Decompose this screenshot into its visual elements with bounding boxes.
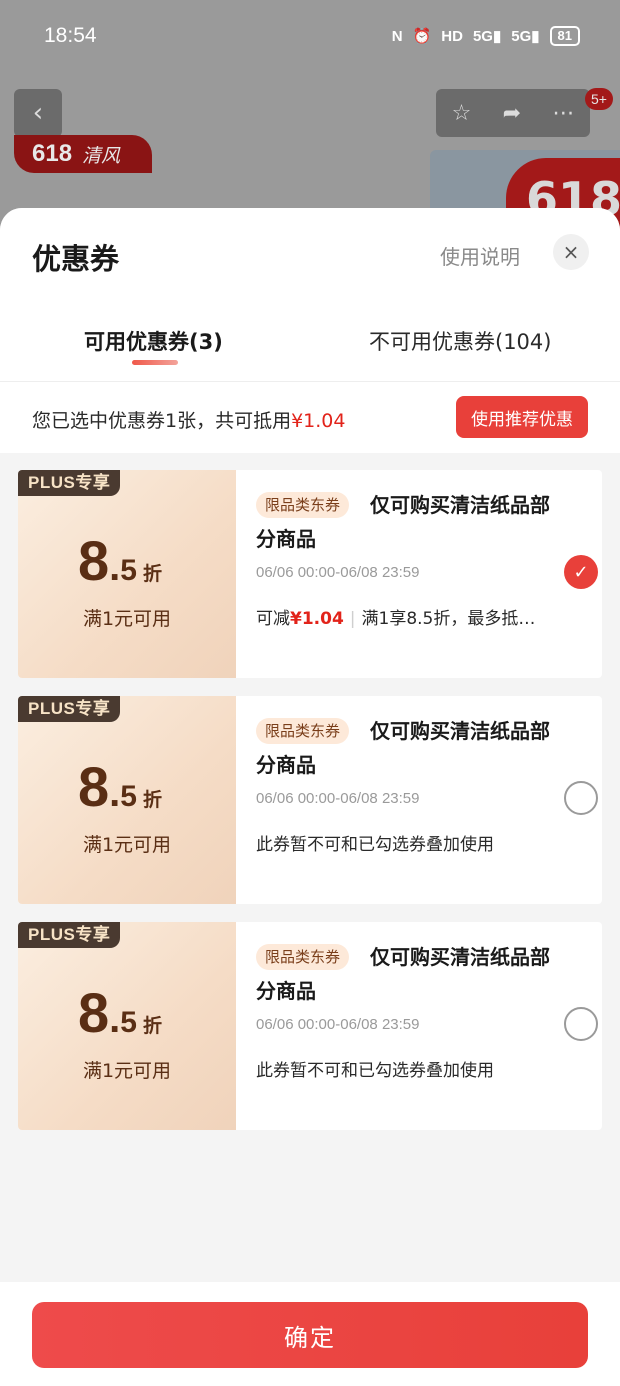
coupon-description: 此券暂不可和已勾选券叠加使用 (256, 1061, 494, 1081)
share-icon[interactable]: ➦ (503, 101, 521, 126)
tab-available-coupons[interactable]: 可用优惠券(3) (84, 326, 223, 356)
coupon-info: 仅可购买清洁纸品部分商品 限品类东券 06/06 00:00-06/08 23:… (236, 922, 602, 1130)
coupon-value-panel: PLUS专享 8.5 折 满1元可用 (18, 922, 236, 1130)
min-spend-label: 满1元可用 (82, 1060, 172, 1082)
coupon-value-panel: PLUS专享 8.5 折 满1元可用 (18, 696, 236, 904)
coupon-type-tag: 限品类东券 (256, 718, 350, 744)
nav-actions: ☆ ➦ ⋯ (436, 89, 590, 137)
status-bar: 18:54 N ⏰ HD 5G▮ 5G▮ 81 (0, 0, 620, 74)
back-button[interactable]: ‹ (14, 89, 62, 137)
more-icon[interactable]: ⋯ (552, 101, 574, 126)
status-icons: N ⏰ HD 5G▮ 5G▮ 81 (392, 26, 580, 46)
discount-value: 8.5 折 (78, 755, 162, 818)
sheet-header: 优惠券 使用说明 × 可用优惠券(3) 不可用优惠券(104) 您已选中优惠券1… (0, 208, 620, 453)
brand-logo: 清风 (82, 144, 121, 167)
tab-unavailable-coupons[interactable]: 不可用优惠券(104) (369, 326, 551, 356)
close-icon: × (562, 240, 580, 264)
coupon-type-tag: 限品类东券 (256, 492, 350, 518)
sheet-title: 优惠券 (32, 242, 120, 276)
coupon-checkbox[interactable] (564, 1007, 598, 1041)
selection-summary: 您已选中优惠券1张，共可抵用¥1.04 (32, 406, 346, 433)
plus-exclusive-tag: PLUS专享 (18, 696, 121, 722)
min-spend-label: 满1元可用 (82, 608, 172, 630)
valid-period: 06/06 00:00-06/08 23:59 (256, 790, 420, 807)
valid-period: 06/06 00:00-06/08 23:59 (256, 564, 420, 581)
close-button[interactable]: × (553, 234, 589, 270)
brand-618-label: 618 (32, 140, 73, 167)
tab-active-indicator (132, 360, 178, 365)
discount-value: 8.5 折 (78, 981, 162, 1044)
more-badge: 5+ (585, 88, 613, 110)
footer-bar: 确定 (0, 1282, 620, 1386)
status-time: 18:54 (44, 24, 97, 47)
signal-5g-icon: 5G▮ (511, 28, 540, 45)
discount-value: 8.5 折 (78, 529, 162, 592)
chevron-left-icon: ‹ (32, 98, 44, 128)
min-spend-label: 满1元可用 (82, 834, 172, 856)
valid-period: 06/06 00:00-06/08 23:59 (256, 1016, 420, 1033)
plus-exclusive-tag: PLUS专享 (18, 922, 121, 948)
coupon-sheet: 优惠券 使用说明 × 可用优惠券(3) 不可用优惠券(104) 您已选中优惠券1… (0, 208, 620, 1386)
use-recommended-button[interactable]: 使用推荐优惠 (456, 396, 588, 438)
coupon-info: 仅可购买清洁纸品部分商品 限品类东券 06/06 00:00-06/08 23:… (236, 470, 602, 678)
nfc-icon: N (391, 27, 403, 45)
coupon-card[interactable]: PLUS专享 8.5 折 满1元可用 仅可购买清洁纸品部分商品 限品类东券 06/… (18, 696, 602, 904)
plus-exclusive-tag: PLUS专享 (18, 470, 121, 496)
coupon-checkbox-checked[interactable]: ✓ (564, 555, 598, 589)
alarm-icon: ⏰ (412, 28, 432, 45)
checkmark-icon: ✓ (573, 561, 589, 583)
coupon-description: 此券暂不可和已勾选券叠加使用 (256, 835, 494, 855)
coupon-type-tag: 限品类东券 (256, 944, 350, 970)
star-icon[interactable]: ☆ (452, 101, 472, 126)
brand-618-tag: 618 清风 (14, 135, 152, 173)
coupon-description: 可减¥1.04|满1享8.5折，最多抵1.04元 (256, 609, 546, 629)
coupon-checkbox[interactable] (564, 781, 598, 815)
coupon-card[interactable]: PLUS专享 8.5 折 满1元可用 仅可购买清洁纸品部分商品 限品类东券 06/… (18, 470, 602, 678)
usage-instructions-link[interactable]: 使用说明 (440, 241, 520, 270)
signal-5g-icon: 5G▮ (472, 28, 502, 45)
divider (0, 381, 620, 382)
confirm-button[interactable]: 确定 (32, 1302, 588, 1368)
coupon-value-panel: PLUS专享 8.5 折 满1元可用 (18, 470, 236, 678)
summary-amount: ¥1.04 (291, 410, 346, 432)
hd-icon: HD (441, 27, 463, 45)
battery-icon: 81 (549, 26, 580, 46)
summary-prefix: 您已选中优惠券1张，共可抵用 (32, 410, 292, 432)
coupon-info: 仅可购买清洁纸品部分商品 限品类东券 06/06 00:00-06/08 23:… (236, 696, 602, 904)
coupon-card[interactable]: PLUS专享 8.5 折 满1元可用 仅可购买清洁纸品部分商品 限品类东券 06/… (18, 922, 602, 1130)
